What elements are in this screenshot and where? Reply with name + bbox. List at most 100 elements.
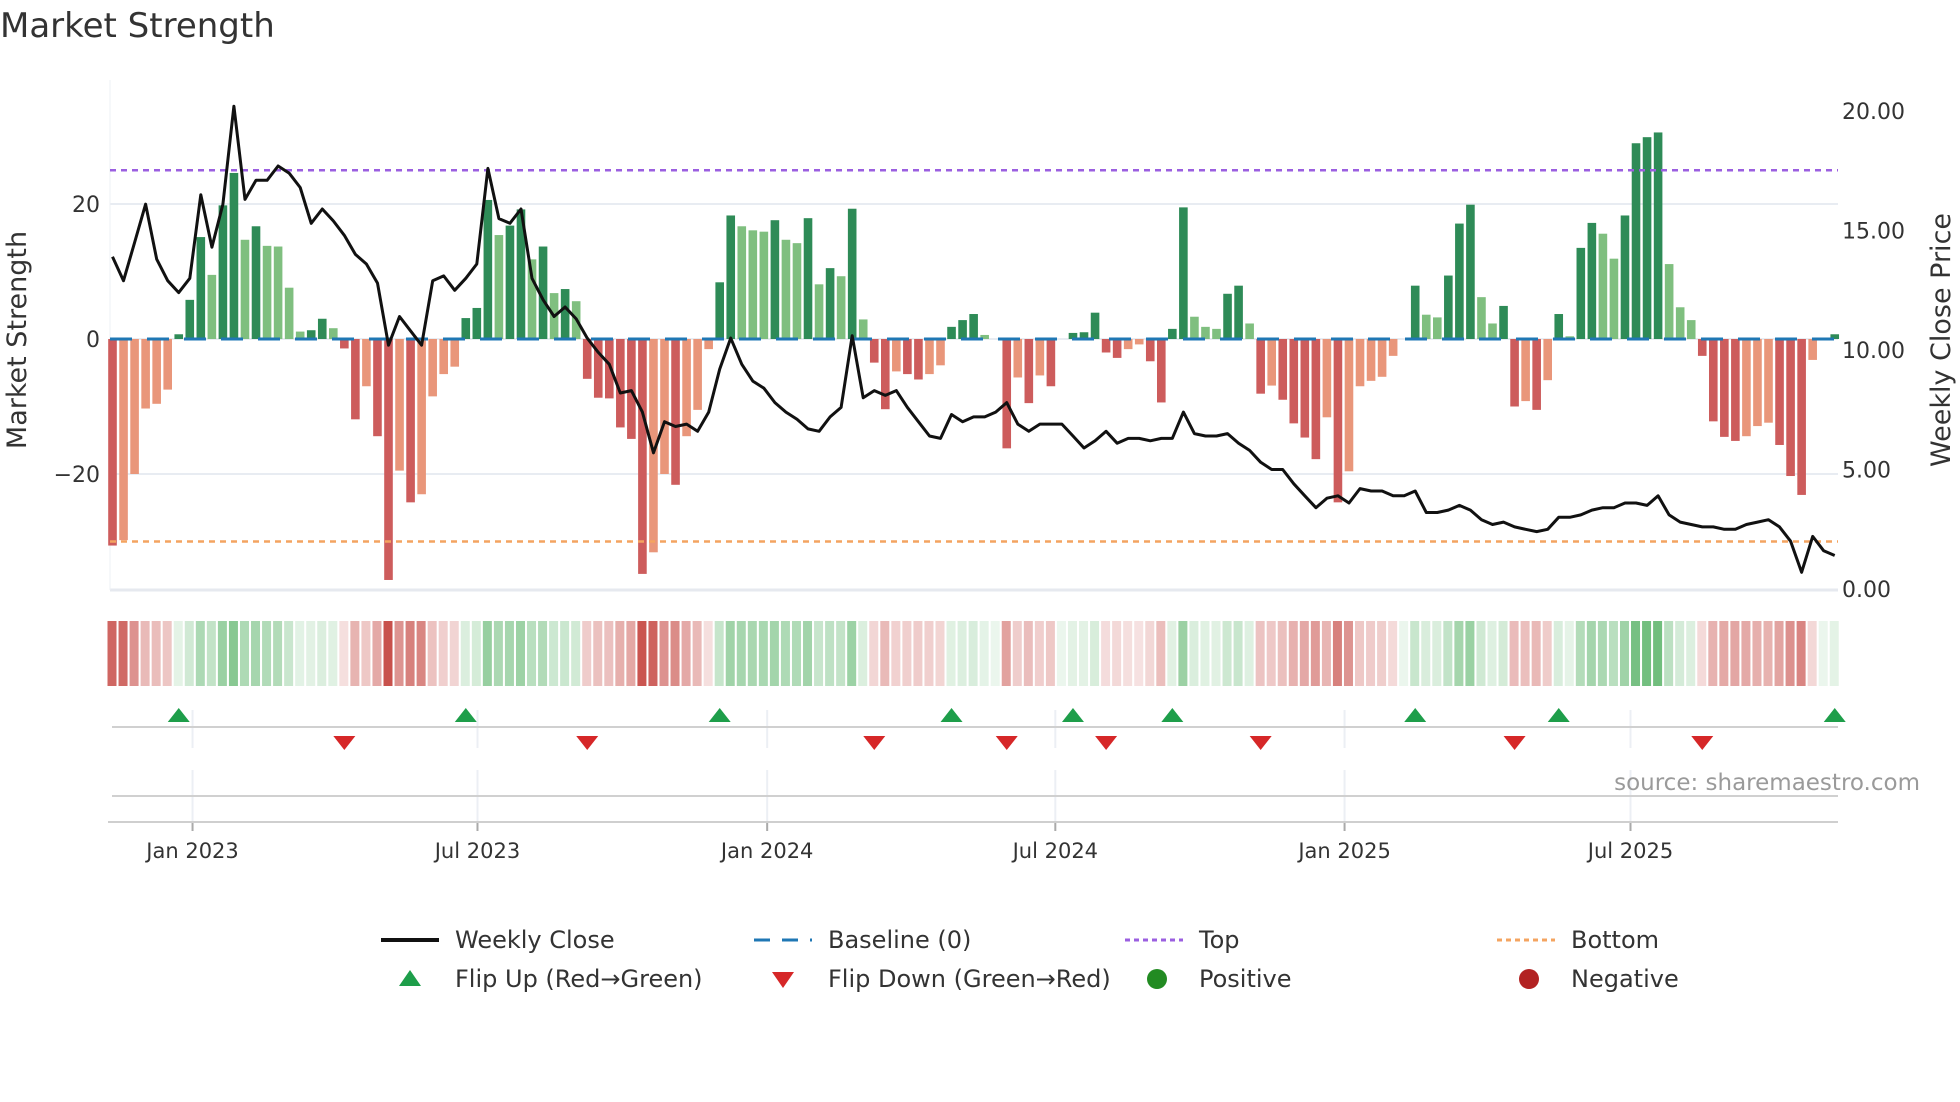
heat-cell xyxy=(858,621,868,686)
y2-axis-title: Weekly Close Price xyxy=(1926,213,1957,467)
heat-cell xyxy=(1079,621,1089,686)
heat-cell xyxy=(1730,621,1740,686)
flip-down-marker xyxy=(1503,736,1526,750)
heat-cell xyxy=(1045,621,1055,686)
positive-bar xyxy=(461,318,471,339)
heat-cell xyxy=(880,621,890,686)
positive-bar xyxy=(748,230,758,339)
heat-cell xyxy=(1619,621,1629,686)
flip-up-marker xyxy=(1061,708,1084,722)
heat-cell xyxy=(438,621,448,686)
x-tick-label: Jan 2024 xyxy=(719,839,814,863)
heat-cell xyxy=(692,621,702,686)
heat-cell xyxy=(129,621,139,686)
x-tick-label: Jul 2025 xyxy=(1586,839,1673,863)
heat-cell xyxy=(239,621,249,686)
positive-bar xyxy=(560,289,570,339)
negative-bar xyxy=(1510,339,1519,407)
heat-cell xyxy=(847,621,857,686)
heat-cell xyxy=(1321,621,1331,686)
legend-weekly-close: Weekly Close xyxy=(381,925,615,955)
positive-bar xyxy=(494,235,504,339)
heat-cell xyxy=(1664,621,1674,686)
heat-cell xyxy=(1101,621,1111,686)
flip-down-marker xyxy=(863,736,886,750)
x-tick-label: Jan 2023 xyxy=(144,839,239,863)
heat-cell xyxy=(582,621,592,686)
legend-flip-down: Flip Down (Green→Red) xyxy=(754,964,1111,994)
negative-bar xyxy=(141,339,150,409)
positive-bar xyxy=(1212,328,1221,339)
heat-cell xyxy=(869,621,879,686)
heat-cell xyxy=(1266,621,1276,686)
positive-bar xyxy=(737,226,747,339)
heat-cell xyxy=(504,621,514,686)
heat-cell xyxy=(648,621,658,686)
negative-bar xyxy=(1753,339,1762,427)
heat-cell xyxy=(1399,621,1409,686)
negative-bar xyxy=(1344,339,1354,472)
positive-bar xyxy=(1554,314,1564,339)
negative-bar xyxy=(1764,339,1773,423)
heat-cell xyxy=(1034,621,1044,686)
negative-bar xyxy=(671,339,680,485)
heat-cell xyxy=(471,621,481,686)
legend-label: Bottom xyxy=(1571,926,1660,954)
heat-cell xyxy=(1564,621,1574,686)
heat-cell xyxy=(1631,621,1641,686)
heat-cell xyxy=(990,621,1000,686)
positive-bar xyxy=(174,334,184,339)
heat-cell xyxy=(957,621,967,686)
positive-bar xyxy=(218,205,228,339)
negative-bar xyxy=(1366,339,1376,381)
positive-bar xyxy=(858,319,868,339)
heat-cell xyxy=(1686,621,1696,686)
dotted-line-icon xyxy=(1125,938,1183,942)
negative-bar xyxy=(1035,339,1045,376)
positive-bar xyxy=(781,239,791,339)
heat-cell xyxy=(251,621,261,686)
heat-cell xyxy=(1112,621,1122,686)
heat-cell xyxy=(151,621,161,686)
heat-cell xyxy=(1785,621,1795,686)
positive-bar xyxy=(1421,314,1431,339)
negative-bar xyxy=(1720,339,1729,437)
y2-tick-label: 5.00 xyxy=(1842,459,1891,484)
flip-down-marker xyxy=(1249,736,1272,750)
heat-cell xyxy=(791,621,801,686)
circle-icon xyxy=(1147,969,1167,989)
heat-cell xyxy=(515,621,525,686)
heat-cell xyxy=(1067,621,1077,686)
negative-bar xyxy=(1709,339,1718,422)
negative-bar xyxy=(638,339,647,574)
legend-label: Baseline (0) xyxy=(828,926,972,954)
heat-cell xyxy=(1454,621,1464,686)
heat-cell xyxy=(681,621,691,686)
negative-bar xyxy=(914,339,923,380)
negative-bar xyxy=(1256,339,1265,394)
y-tick-label: 0 xyxy=(86,328,100,353)
heat-cell xyxy=(1145,621,1155,686)
positive-bar xyxy=(1410,285,1420,339)
heat-cell xyxy=(1410,621,1420,686)
heat-cell xyxy=(460,621,470,686)
heat-cell xyxy=(118,621,128,686)
negative-bar xyxy=(1101,339,1111,353)
positive-bar xyxy=(958,320,967,339)
flip-up-marker xyxy=(1404,708,1427,722)
heat-cell xyxy=(1542,621,1552,686)
heat-cell xyxy=(814,621,824,686)
heat-cell xyxy=(836,621,846,686)
y2-tick-label: 0.00 xyxy=(1842,578,1891,603)
positive-bar xyxy=(1433,317,1442,339)
negative-bar xyxy=(1797,339,1806,495)
negative-bar xyxy=(373,339,382,437)
flip-up-marker xyxy=(1547,708,1570,722)
heat-cell xyxy=(482,621,492,686)
heat-cell xyxy=(273,621,283,686)
negative-bar xyxy=(1521,339,1530,402)
positive-bar xyxy=(770,220,780,339)
heat-cell xyxy=(1586,621,1596,686)
heat-cell xyxy=(527,621,537,686)
legend-baseline: Baseline (0) xyxy=(754,925,971,955)
